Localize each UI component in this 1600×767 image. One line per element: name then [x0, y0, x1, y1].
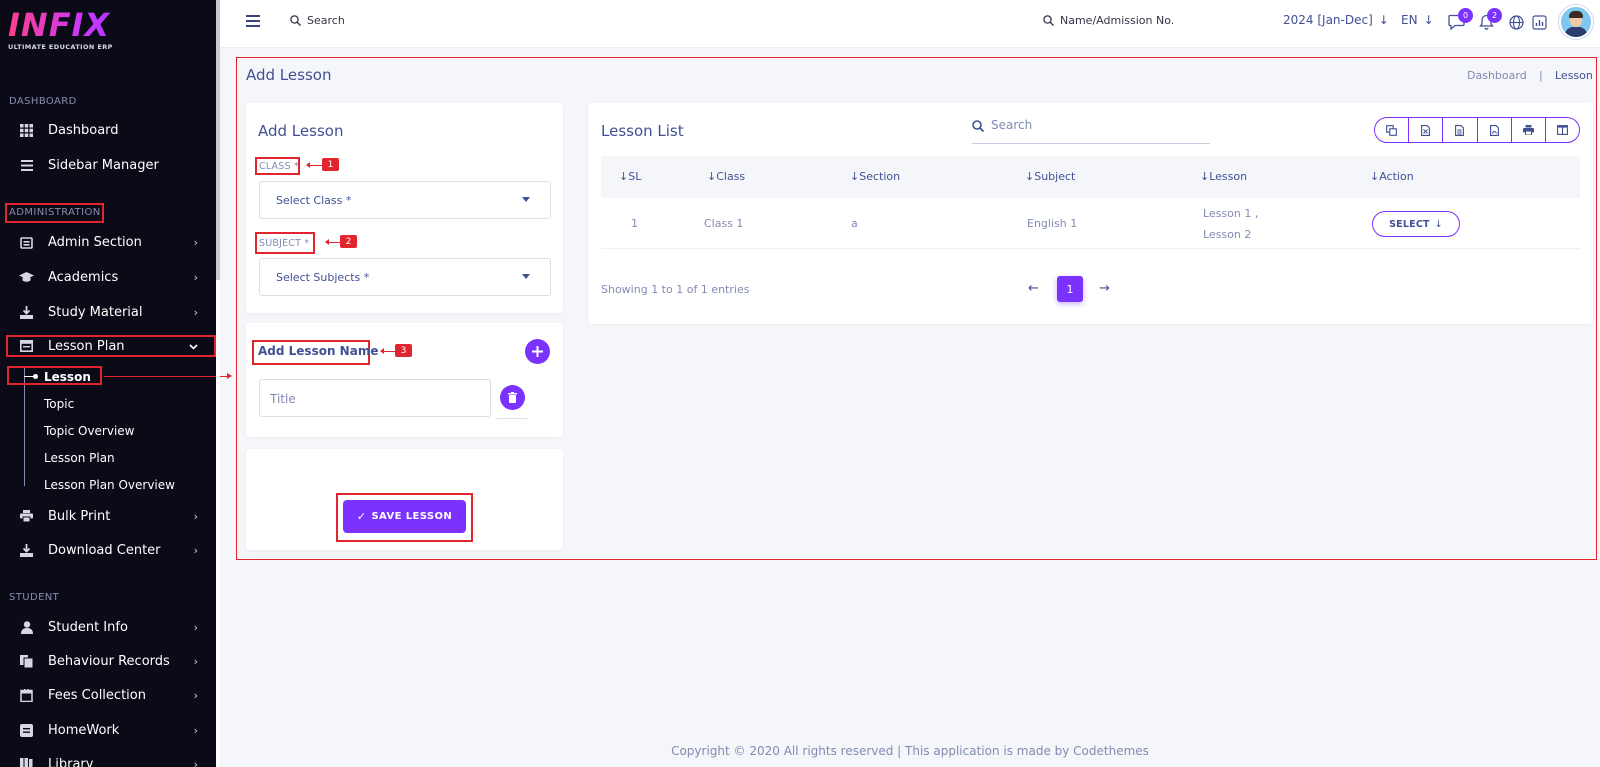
sidebar-item-label: Download Center	[48, 542, 161, 558]
globe-icon	[1509, 15, 1524, 30]
sidebar-item-download-center[interactable]: Download Center ›	[0, 534, 214, 566]
student-search-label: Name/Admission No.	[1060, 14, 1175, 27]
library-icon	[19, 757, 34, 767]
chevron-right-icon: ›	[193, 235, 198, 249]
sidebar-subitem-lesson-plan-overview[interactable]: Lesson Plan Overview	[44, 478, 175, 492]
chevron-right-icon: ›	[193, 723, 198, 737]
footer: Copyright © 2020 All rights reserved | T…	[671, 744, 1149, 758]
sidebar-subitem-lesson-plan[interactable]: Lesson Plan	[44, 451, 115, 465]
user-icon	[19, 620, 34, 635]
chevron-right-icon: ›	[193, 509, 198, 523]
arrow-down-icon: ↓	[1423, 13, 1434, 27]
logo-tagline: ULTIMATE EDUCATION ERP	[8, 43, 113, 51]
session-value: 2024 [Jan-Dec]	[1283, 13, 1373, 27]
language-value: EN	[1401, 13, 1418, 27]
sidebar-item-label: HomeWork	[48, 722, 120, 738]
app-logo[interactable]: INFIX ULTIMATE EDUCATION ERP	[8, 8, 168, 54]
sidebar-item-label: Dashboard	[48, 122, 119, 138]
highlight-main-content	[236, 57, 1597, 560]
chevron-right-icon: ›	[193, 543, 198, 557]
sidebar-item-academics[interactable]: Academics ›	[0, 261, 214, 293]
highlight-lesson	[7, 366, 102, 385]
download-icon	[19, 305, 34, 320]
annotation-pointer-line	[104, 376, 220, 377]
annotation-pointer-arrowhead	[227, 373, 232, 379]
chevron-right-icon: ›	[193, 620, 198, 634]
sidebar-item-student-info[interactable]: Student Info ›	[0, 611, 214, 643]
top-bar: Search Name/Admission No. 2024 [Jan-Dec]…	[220, 0, 1600, 48]
sidebar: INFIX ULTIMATE EDUCATION ERP DASHBOARD D…	[0, 0, 220, 767]
submenu-line	[24, 368, 25, 486]
fees-icon	[19, 688, 34, 703]
sidebar-item-fees-collection[interactable]: Fees Collection ›	[0, 679, 214, 711]
messages-badge: 0	[1458, 8, 1473, 23]
global-search-label: Search	[307, 14, 345, 27]
sidebar-item-label: Bulk Print	[48, 508, 111, 524]
sidebar-scrollbar[interactable]	[216, 0, 220, 767]
notifications-badge: 2	[1487, 8, 1502, 23]
section-heading-student: STUDENT	[9, 592, 60, 603]
sidebar-subitem-topic[interactable]: Topic	[44, 397, 74, 411]
sidebar-item-label: Academics	[48, 269, 119, 285]
sidebar-item-study-material[interactable]: Study Material ›	[0, 296, 214, 328]
highlight-lesson-plan	[6, 335, 216, 357]
hamburger-menu-icon[interactable]	[246, 15, 260, 30]
sidebar-item-bulk-print[interactable]: Bulk Print ›	[0, 500, 214, 532]
chevron-right-icon: ›	[193, 688, 198, 702]
sidebar-item-library[interactable]: Library ›	[0, 748, 214, 767]
sidebar-item-label: Study Material	[48, 304, 143, 320]
sidebar-item-homework[interactable]: HomeWork ›	[0, 714, 214, 746]
menu-icon	[19, 158, 34, 173]
grid-icon	[19, 123, 34, 138]
printer-icon	[19, 509, 34, 524]
records-icon	[19, 654, 34, 669]
sidebar-item-label: Student Info	[48, 619, 128, 635]
sidebar-item-behaviour-records[interactable]: Behaviour Records ›	[0, 645, 214, 677]
sidebar-item-label: Admin Section	[48, 234, 142, 250]
homework-icon	[19, 723, 34, 738]
sidebar-subitem-topic-overview[interactable]: Topic Overview	[44, 424, 135, 438]
search-icon	[1043, 15, 1054, 26]
website-button[interactable]	[1509, 15, 1524, 34]
sidebar-item-admin-section[interactable]: Admin Section ›	[0, 226, 214, 258]
search-icon	[290, 15, 301, 26]
download-icon	[19, 543, 34, 558]
reports-button[interactable]	[1532, 15, 1547, 34]
graduation-cap-icon	[19, 270, 34, 285]
chevron-right-icon: ›	[193, 654, 198, 668]
logo-wordmark: INFIX	[8, 8, 168, 42]
chevron-right-icon: ›	[193, 305, 198, 319]
sidebar-item-label: Sidebar Manager	[48, 157, 159, 173]
section-heading-dashboard: DASHBOARD	[9, 96, 77, 107]
language-selector[interactable]: EN ↓	[1401, 13, 1434, 27]
sidebar-item-label: Behaviour Records	[48, 653, 170, 669]
global-search[interactable]: Search	[290, 14, 345, 27]
sidebar-item-sidebar-manager[interactable]: Sidebar Manager	[0, 149, 214, 181]
highlight-administration	[5, 203, 104, 223]
student-search[interactable]: Name/Admission No.	[1043, 14, 1174, 27]
sidebar-item-label: Fees Collection	[48, 687, 146, 703]
session-selector[interactable]: 2024 [Jan-Dec] ↓	[1283, 13, 1389, 27]
sidebar-item-dashboard[interactable]: Dashboard	[0, 114, 214, 146]
chart-icon	[1532, 15, 1547, 30]
admin-icon	[19, 235, 34, 250]
user-avatar[interactable]	[1559, 5, 1593, 39]
arrow-down-icon: ↓	[1378, 13, 1389, 27]
sidebar-item-label: Library	[48, 756, 94, 767]
chevron-right-icon: ›	[193, 757, 198, 767]
chevron-right-icon: ›	[193, 270, 198, 284]
